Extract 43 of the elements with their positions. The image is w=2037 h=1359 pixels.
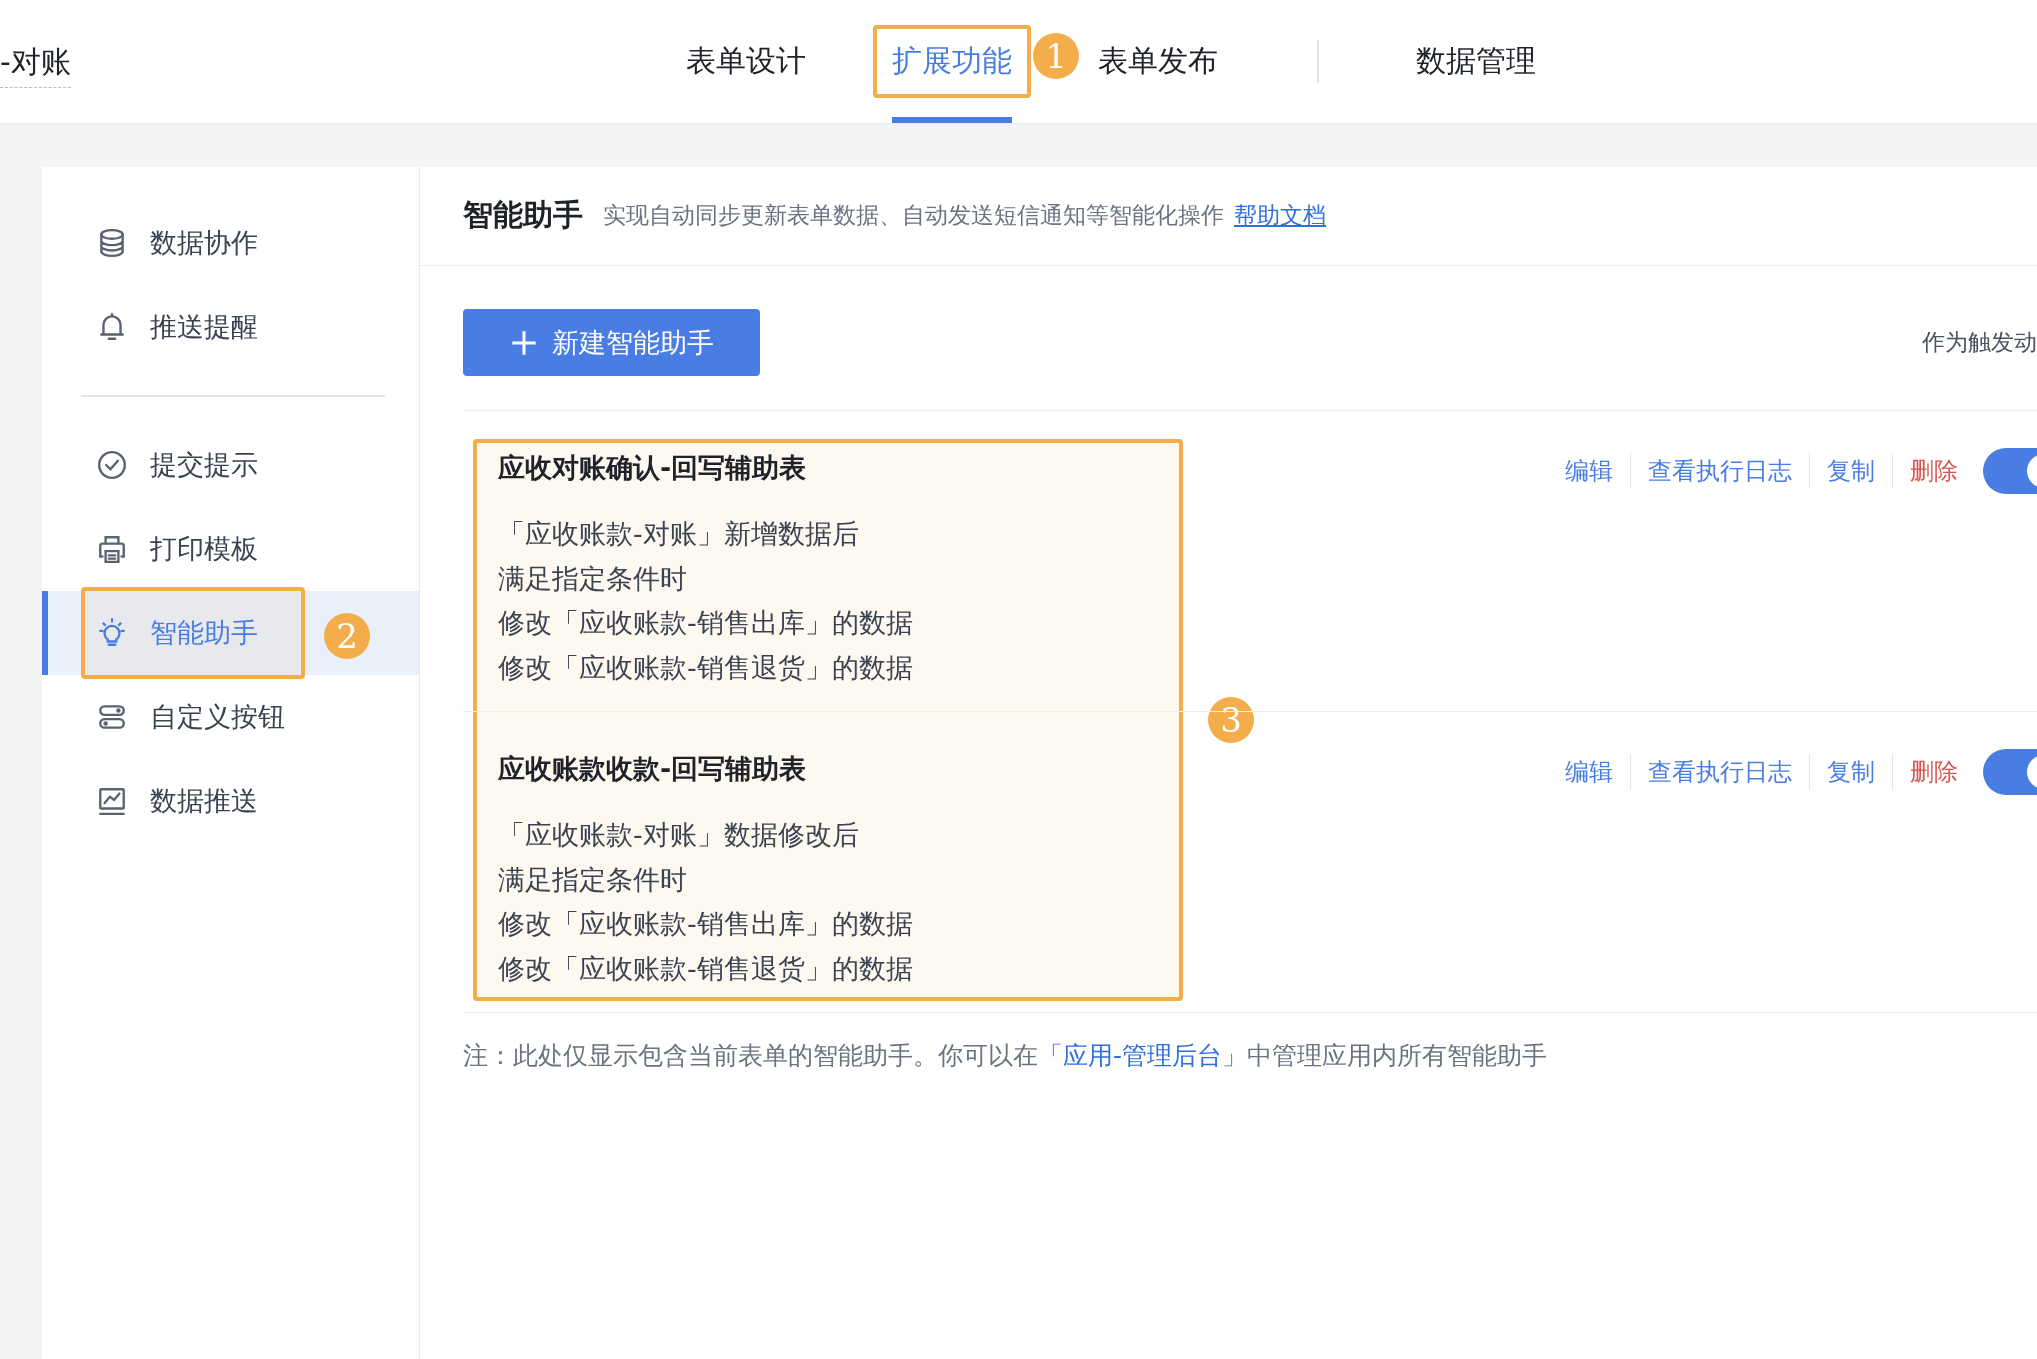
trigger-label: 作为触发动 <box>1922 328 2037 357</box>
delete-link[interactable]: 删除 <box>1910 455 1958 487</box>
assistant-rule-line: 修改「应收账款-销售退货」的数据 <box>498 951 913 986</box>
annotation-badge: 3 <box>1208 697 1254 743</box>
section-description: 实现自动同步更新表单数据、自动发送短信通知等智能化操作 <box>603 200 1224 230</box>
assistant-title: 应收对账确认-回写辅助表 <box>498 451 808 485</box>
assistant-rule-line: 修改「应收账款-销售退货」的数据 <box>498 650 913 685</box>
tab[interactable]: 数据管理 <box>1397 0 1555 123</box>
assistant-rule-line: 「应收账款-对账」新增数据后 <box>498 517 860 551</box>
sidebar-item[interactable]: 提交提示 <box>42 423 419 507</box>
action-link[interactable]: 编辑 <box>1565 455 1613 487</box>
section-title: 智能助手 <box>463 195 583 234</box>
sidebar-item[interactable]: 数据推送 <box>42 759 419 843</box>
chart-monitor-icon <box>96 785 128 817</box>
note-text: 注：此处仅显示包含当前表单的智能助手。你可以在「应用-管理后台」中管理应用内所有智能助手 <box>463 1040 1549 1072</box>
lightbulb-icon <box>96 617 128 649</box>
assistant-rule-line: 满足指定条件时 <box>498 561 688 596</box>
sidebar-item[interactable]: 自定义按钮 <box>42 675 419 759</box>
assistant-rule-line: 修改「应收账款-销售出库」的数据 <box>498 907 913 941</box>
tab[interactable]: 表单发布 <box>1079 0 1237 123</box>
admin-link[interactable]: 「应用-管理后台」 <box>1038 1041 1248 1070</box>
action-link[interactable]: 查看执行日志 <box>1648 455 1792 487</box>
action-link[interactable]: 复制 <box>1827 756 1875 788</box>
tab[interactable]: 表单设计 <box>667 0 825 123</box>
assistant-rule-line: 「应收账款-对账」数据修改后 <box>498 818 860 852</box>
delete-link[interactable]: 删除 <box>1910 756 1958 788</box>
plus-icon <box>509 328 538 357</box>
assistant-rule-line: 修改「应收账款-销售出库」的数据 <box>498 606 913 640</box>
tab[interactable]: 扩展功能 <box>873 0 1031 123</box>
sidebar-item[interactable]: 数据协作 <box>42 201 419 285</box>
assistant-rule-line: 满足指定条件时 <box>498 862 688 897</box>
assistant-title: 应收账款收款-回写辅助表 <box>498 752 808 786</box>
action-link[interactable]: 复制 <box>1827 455 1875 487</box>
action-link[interactable]: 编辑 <box>1565 756 1613 788</box>
check-circle-icon <box>96 449 128 481</box>
form-title[interactable]: -对账 <box>0 41 71 88</box>
sidebar-item[interactable]: 打印模板 <box>42 507 419 591</box>
new-assistant-button[interactable]: 新建智能助手 <box>463 309 760 376</box>
printer-icon <box>96 533 128 565</box>
sidebar-item[interactable]: 推送提醒 <box>42 285 419 369</box>
help-link[interactable]: 帮助文档 <box>1234 199 1326 231</box>
action-link[interactable]: 查看执行日志 <box>1648 756 1792 788</box>
annotation-badge: 1 <box>1033 33 1079 79</box>
